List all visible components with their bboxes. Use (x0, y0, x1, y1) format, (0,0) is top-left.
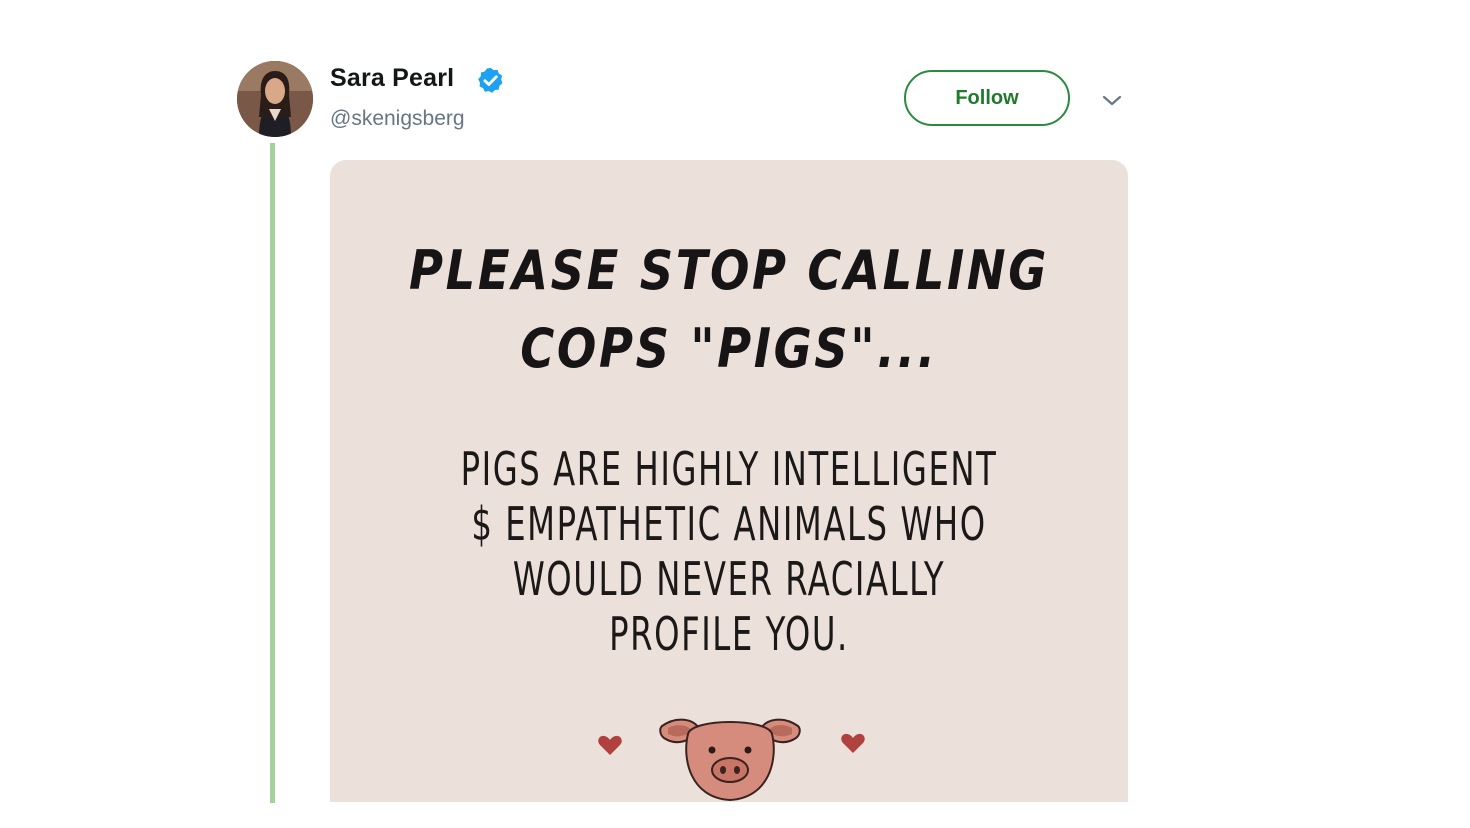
headline-line: COPS "PIGS"... (520, 317, 938, 380)
heart-icon (841, 733, 865, 753)
thread-line (270, 143, 275, 803)
follow-button[interactable]: Follow (904, 70, 1070, 126)
tweet-media-image[interactable]: PLEASE STOP CALLING COPS "PIGS"... PIGS … (330, 160, 1128, 802)
verified-badge-icon (478, 67, 503, 93)
avatar-photo (237, 61, 313, 137)
media-body-text: PIGS ARE HIGHLY INTELLIGENT $ EMPATHETIC… (418, 442, 1040, 662)
user-handle[interactable]: @skenigsberg (330, 107, 465, 131)
body-line: PIGS ARE HIGHLY INTELLIGENT (460, 442, 998, 496)
display-name[interactable]: Sara Pearl (330, 64, 454, 93)
body-line: $ EMPATHETIC ANIMALS WHO (471, 497, 987, 551)
headline-line: PLEASE STOP CALLING (409, 239, 1049, 302)
heart-icon (598, 735, 622, 755)
pig-face-icon (659, 718, 801, 802)
chevron-down-icon[interactable] (1098, 88, 1126, 112)
tweet: Sara Pearl @skenigsberg Follow PLEASE ST… (0, 0, 1470, 828)
body-line: WOULD NEVER RACIALLY (512, 552, 946, 606)
body-line: PROFILE YOU. (609, 607, 849, 661)
media-headline: PLEASE STOP CALLING COPS "PIGS"... (386, 232, 1072, 388)
avatar[interactable] (237, 61, 313, 137)
